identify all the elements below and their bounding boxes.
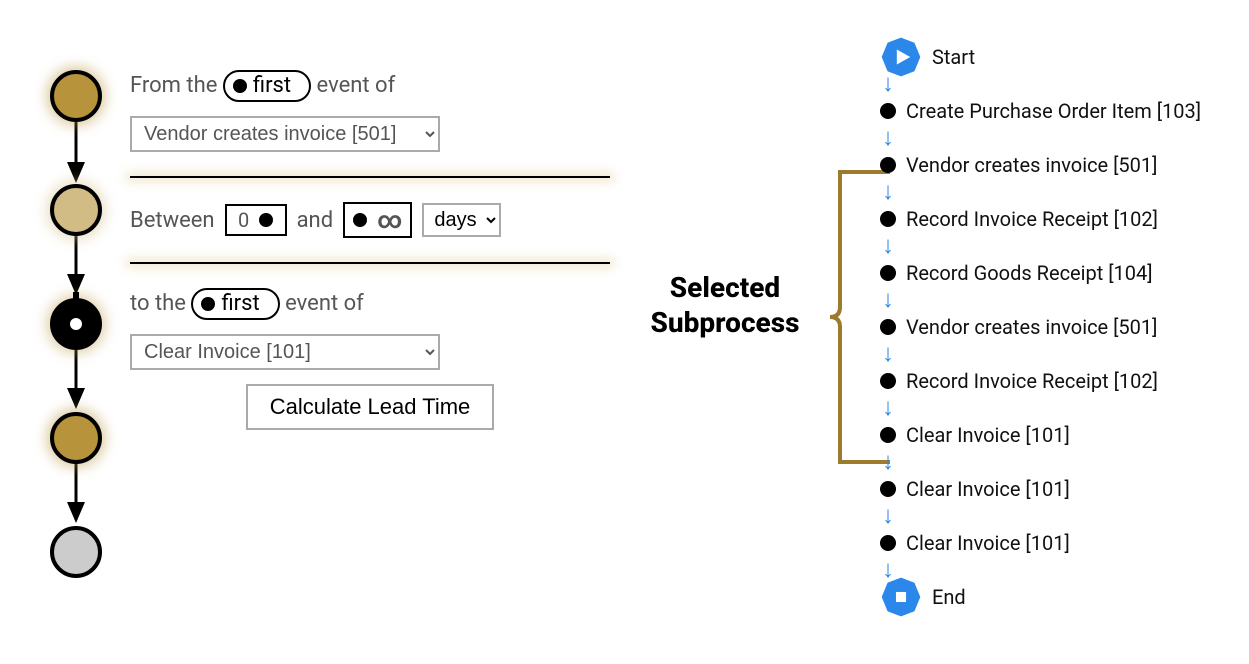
between-max-input[interactable]: ∞ xyxy=(343,202,412,238)
flow-arrow-icon: ↓ xyxy=(880,398,1240,418)
flow-arrow-icon: ↓ xyxy=(880,506,1240,526)
node-to-end xyxy=(50,526,102,578)
to-first-toggle[interactable]: first xyxy=(191,288,279,320)
unit-select[interactable]: days xyxy=(422,203,501,237)
node-from-end xyxy=(50,184,102,236)
step-dot-icon xyxy=(880,265,896,281)
step-dot-icon xyxy=(880,481,896,497)
flow-step: Clear Invoice [101] xyxy=(880,472,1240,506)
flow-step-label: Create Purchase Order Item [103] xyxy=(906,99,1201,123)
step-dot-icon xyxy=(880,427,896,443)
flow-step: Clear Invoice [101] xyxy=(880,418,1240,452)
flow-start-label: Start xyxy=(932,45,975,69)
start-icon xyxy=(880,36,922,78)
dot-icon xyxy=(353,213,367,227)
between-and: and xyxy=(297,208,334,233)
selected-subprocess-label: Selected Subprocess xyxy=(620,270,830,340)
form-area: From the first event of Vendor creates i… xyxy=(130,70,610,444)
flow-arrow-icon: ↓ xyxy=(880,344,1240,364)
between-prefix: Between xyxy=(130,208,215,233)
flow-arrow-icon: ↓ xyxy=(880,290,1240,310)
to-suffix: event of xyxy=(285,291,364,316)
between-min-value: 0 xyxy=(238,208,249,232)
flow-step: Clear Invoice [101] xyxy=(880,526,1240,560)
flow-arrow-icon: ↓ xyxy=(880,128,1240,148)
flow-arrow-icon: ↓ xyxy=(880,452,1240,472)
step-dot-icon xyxy=(880,319,896,335)
from-first-toggle[interactable]: first xyxy=(223,70,311,102)
flow-step-label: Vendor creates invoice [501] xyxy=(906,315,1157,339)
step-dot-icon xyxy=(880,103,896,119)
to-prefix: to the xyxy=(130,291,186,316)
flow-arrow-icon: ↓ xyxy=(880,182,1240,202)
divider-2 xyxy=(130,262,610,264)
flow-arrow-icon: ↓ xyxy=(880,236,1240,256)
to-event-select[interactable]: Clear Invoice [101] xyxy=(130,334,440,370)
dot-icon xyxy=(259,213,273,227)
dot-icon xyxy=(233,79,247,93)
dot-icon xyxy=(201,297,215,311)
flow-arrow-icon: ↓ xyxy=(880,560,1240,580)
flow-step-label: Record Goods Receipt [104] xyxy=(906,261,1153,285)
flow-step: Record Goods Receipt [104] xyxy=(880,256,1240,290)
step-dot-icon xyxy=(880,211,896,227)
from-pill-label: first xyxy=(253,73,291,98)
from-prefix: From the xyxy=(130,73,217,98)
between-row: Between 0 and ∞ days xyxy=(130,202,610,238)
from-event-select[interactable]: Vendor creates invoice [501] xyxy=(130,116,440,152)
flow-step-label: Clear Invoice [101] xyxy=(906,531,1070,555)
flow-start: Start xyxy=(880,40,1240,74)
flow-end-label: End xyxy=(932,585,966,609)
process-flow: Start ↓ Create Purchase Order Item [103] ↓ V… xyxy=(880,40,1240,614)
step-dot-icon xyxy=(880,535,896,551)
flow-arrow-icon: ↓ xyxy=(880,74,1240,94)
from-suffix: event of xyxy=(317,73,396,98)
flow-step-label: Clear Invoice [101] xyxy=(906,477,1070,501)
calculate-button[interactable]: Calculate Lead Time xyxy=(246,384,495,430)
flow-step-label: Record Invoice Receipt [102] xyxy=(906,207,1158,231)
from-row: From the first event of xyxy=(130,70,610,102)
between-min-input[interactable]: 0 xyxy=(225,204,287,236)
step-dot-icon xyxy=(880,373,896,389)
flow-step: Record Invoice Receipt [102] xyxy=(880,202,1240,236)
node-duration xyxy=(50,298,102,350)
node-chain xyxy=(50,70,106,570)
flow-step-label: Record Invoice Receipt [102] xyxy=(906,369,1158,393)
node-to-start xyxy=(50,412,102,464)
node-from-start xyxy=(50,70,102,122)
flow-step-label: Vendor creates invoice [501] xyxy=(906,153,1157,177)
flow-step: Vendor creates invoice [501] xyxy=(880,148,1240,182)
to-pill-label: first xyxy=(221,291,259,316)
flow-step: Vendor creates invoice [501] xyxy=(880,310,1240,344)
to-row: to the first event of xyxy=(130,288,610,320)
end-icon xyxy=(880,576,922,618)
flow-step: Create Purchase Order Item [103] xyxy=(880,94,1240,128)
flow-step-label: Clear Invoice [101] xyxy=(906,423,1070,447)
between-max-value: ∞ xyxy=(377,206,402,234)
step-dot-icon xyxy=(880,157,896,173)
divider-1 xyxy=(130,176,610,178)
flow-end: End xyxy=(880,580,1240,614)
flow-step: Record Invoice Receipt [102] xyxy=(880,364,1240,398)
